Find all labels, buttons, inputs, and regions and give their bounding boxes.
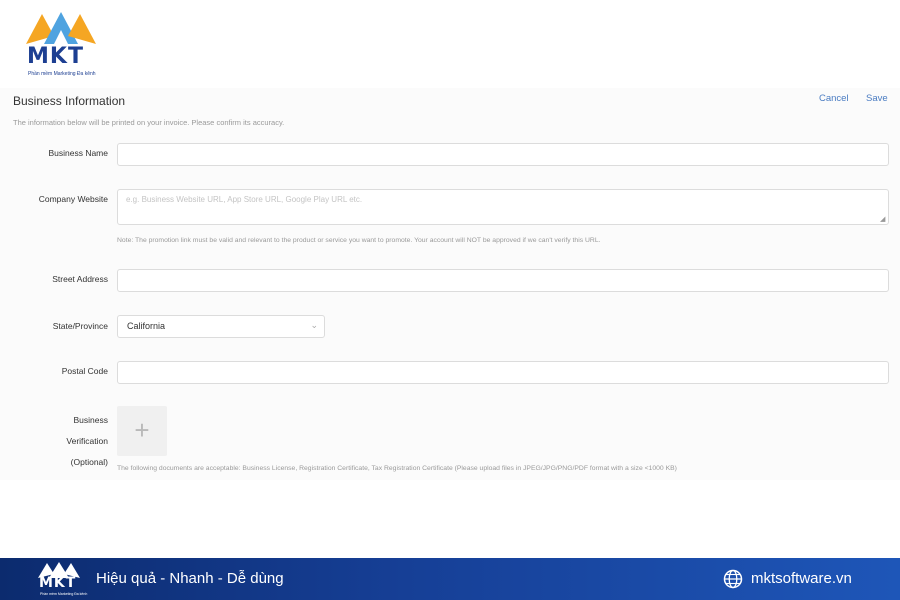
business-name-label: Business Name [48,148,108,158]
company-website-placeholder: e.g. Business Website URL, App Store URL… [126,195,363,204]
plus-icon: + [134,415,150,445]
footer-banner: MKT Phần mềm Marketing Đa kênh Hiệu quả … [0,558,900,600]
footer-slogan: Hiệu quả - Nhanh - Dễ dùng [96,570,284,587]
upload-button[interactable]: + [117,406,167,456]
postal-code-label: Postal Code [61,366,108,376]
business-verification-label: Business Verification (Optional) [14,410,108,473]
verification-label-line: (Optional) [70,457,108,467]
logo-text: MKT [27,44,84,69]
state-province-label: State/Province [52,321,108,331]
state-province-select[interactable]: California ⌄ [117,315,325,338]
company-website-textarea[interactable]: e.g. Business Website URL, App Store URL… [117,189,889,225]
verification-label-line: Business [73,415,109,425]
footer-website-link[interactable]: mktsoftware.vn [751,570,852,587]
postal-code-input[interactable] [117,361,889,384]
street-address-label: Street Address [52,274,108,284]
verification-label-line: Verification [66,436,108,446]
footer-logo-tagline: Phần mềm Marketing Đa kênh [40,592,88,596]
resize-handle-icon[interactable]: ◢ [880,216,887,223]
page-title: Business Information [13,94,126,108]
globe-icon [723,569,743,589]
mkt-logo: MKT Phần mềm Marketing Đa kênh [24,10,98,78]
logo-tagline: Phần mềm Marketing Đa kênh [28,71,96,77]
street-address-input[interactable] [117,269,889,292]
footer-logo-text: MKT [39,575,77,591]
state-province-value: California [127,321,166,331]
page-subtitle: The information below will be printed on… [13,118,285,127]
website-note: Note: The promotion link must be valid a… [117,237,601,244]
company-website-label: Company Website [38,194,108,204]
save-button[interactable]: Save [866,93,888,104]
footer-logo: MKT Phần mềm Marketing Đa kênh [37,561,87,597]
business-name-input[interactable] [117,143,889,166]
cancel-button[interactable]: Cancel [819,93,849,104]
chevron-down-icon: ⌄ [310,320,318,330]
verification-note: The following documents are acceptable: … [117,465,677,472]
logo-mark-icon [26,12,96,44]
business-information-panel: Business Information The information bel… [0,88,900,480]
